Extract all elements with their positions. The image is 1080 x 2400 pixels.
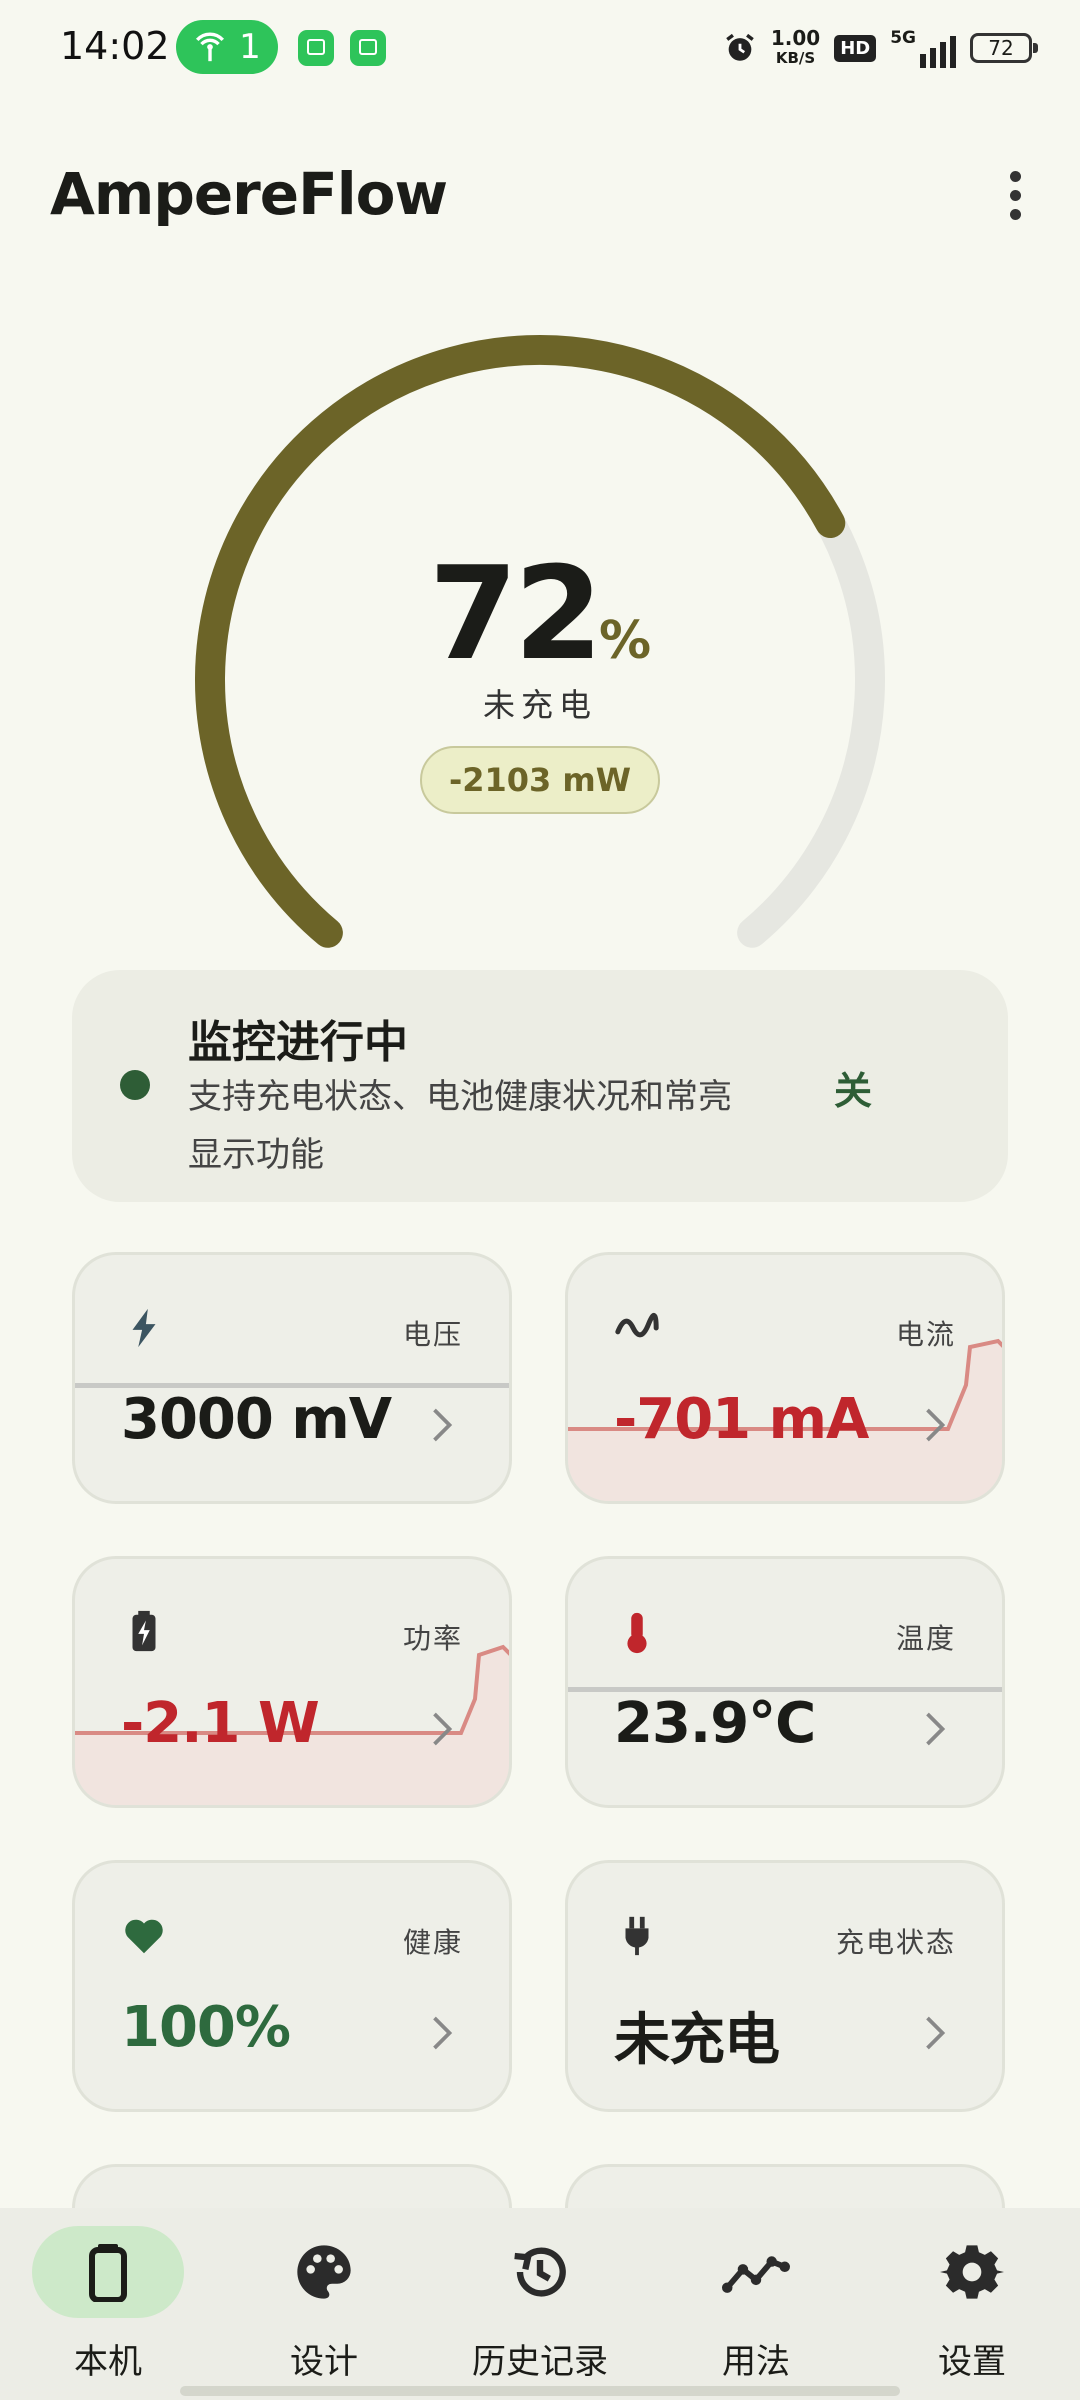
signal-icon [920, 36, 956, 68]
nav-item-device[interactable]: 本机 [8, 2226, 208, 2386]
charging-status-text: 未充电 [482, 686, 597, 724]
battery-status-icon: 72 [970, 33, 1038, 63]
monitoring-status-dot [120, 1070, 150, 1100]
network-speed: 1.00 KB/S [770, 26, 821, 67]
status-right: 1.00 KB/S HD 5G 72 [723, 22, 1038, 74]
health-label: 健康 [402, 1926, 463, 1959]
nav-item-history[interactable]: 历史记录 [440, 2226, 640, 2386]
health-card[interactable]: 健康 100% [72, 1860, 512, 2112]
hotspot-icon [196, 32, 225, 62]
monitoring-description: 支持充电状态、电池健康状况和常亮显示功能 [188, 1077, 732, 1175]
nav-item-usage[interactable]: 用法 [656, 2226, 856, 2386]
current-card[interactable]: 电流 -701 mA [565, 1252, 1005, 1504]
nav-label: 本机 [74, 2342, 142, 2382]
battery-notification-icon [350, 30, 386, 66]
chevron-right-icon [926, 1408, 946, 1442]
more-options-button[interactable] [990, 160, 1040, 230]
current-sparkline [568, 1338, 1002, 1501]
power-badge: -2103 mW [420, 746, 660, 814]
charging-status-card[interactable]: 充电状态 未充电 [565, 1860, 1005, 2112]
monitoring-card[interactable]: 监控进行中 支持充电状态、电池健康状况和常亮显示功能 关 [72, 970, 1008, 1202]
monitoring-title: 监控进行中 [188, 1017, 408, 1068]
message-notification-icon [298, 30, 334, 66]
temperature-card[interactable]: 温度 23.9°C [565, 1556, 1005, 1808]
bolt-icon [132, 1308, 156, 1348]
gear-icon [940, 2245, 1004, 2299]
hotspot-count: 1 [239, 27, 261, 67]
power-sparkline [75, 1644, 509, 1805]
chevron-right-icon [926, 2016, 946, 2050]
nav-label: 设置 [938, 2342, 1006, 2382]
alarm-icon [726, 33, 754, 61]
hd-badge: HD [834, 34, 877, 62]
home-indicator [180, 2386, 900, 2396]
wave-icon [615, 1313, 659, 1338]
monitoring-toggle-button[interactable]: 关 [834, 1060, 872, 1115]
app-title: AmpereFlow [50, 160, 448, 228]
nav-label: 历史记录 [472, 2342, 608, 2382]
voltage-value: 3000 mV [121, 1387, 392, 1452]
chevron-right-icon [433, 2016, 453, 2050]
power-value: -2.1 W [121, 1691, 320, 1756]
nav-label: 设计 [290, 2342, 358, 2382]
chart-line-icon [722, 2256, 790, 2293]
temperature-label: 温度 [895, 1622, 956, 1655]
plug-icon [625, 1916, 649, 1956]
charging-status-label: 充电状态 [835, 1926, 956, 1959]
voltage-card[interactable]: 电压 3000 mV [72, 1252, 512, 1504]
bottom-navigation: 本机 设计 历史记录 用法 设置 [0, 2208, 1080, 2400]
chevron-right-icon [433, 1712, 453, 1746]
battery-percentage: 72% [428, 540, 652, 689]
charging-status-value: 未充电 [614, 2008, 780, 2073]
voltage-label: 电压 [402, 1318, 463, 1351]
power-card[interactable]: 功率 -2.1 W [72, 1556, 512, 1808]
current-label: 电流 [895, 1318, 956, 1351]
nav-item-design[interactable]: 设计 [224, 2226, 424, 2386]
history-icon [514, 2247, 566, 2297]
nav-item-settings[interactable]: 设置 [872, 2226, 1072, 2386]
status-bar: 14:02 1 1.00 KB/S HD 5G 72 [0, 0, 1080, 96]
nav-label: 用法 [722, 2342, 790, 2382]
signal-indicator: 5G [890, 28, 956, 68]
status-time: 14:02 [60, 24, 170, 68]
thermometer-icon [627, 1612, 647, 1654]
chevron-right-icon [433, 1408, 453, 1442]
more-vert-icon [1009, 170, 1021, 182]
battery-charging-icon [132, 1610, 156, 1652]
battery-gauge: 72% 未充电 -2103 mW [0, 300, 1080, 960]
current-value: -701 mA [614, 1387, 869, 1452]
health-value: 100% [121, 1995, 291, 2060]
hotspot-indicator[interactable]: 1 [176, 20, 278, 74]
heart-icon [125, 1919, 163, 1954]
power-label: 功率 [402, 1622, 463, 1655]
battery-icon [89, 2244, 127, 2302]
chevron-right-icon [926, 1712, 946, 1746]
temperature-value: 23.9°C [614, 1691, 816, 1756]
palette-icon [297, 2245, 351, 2299]
